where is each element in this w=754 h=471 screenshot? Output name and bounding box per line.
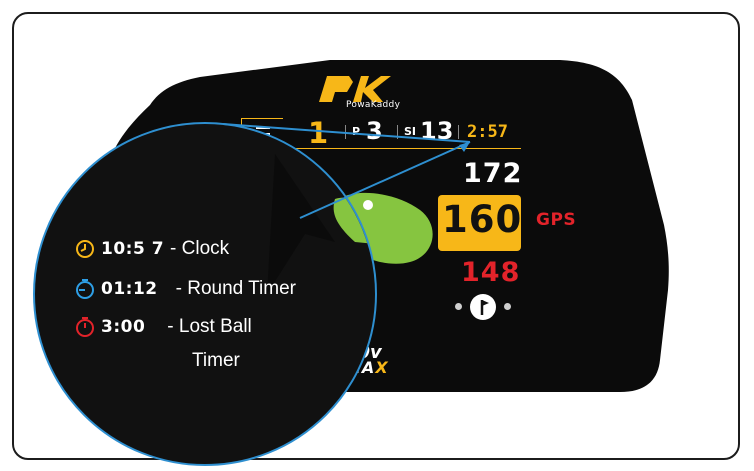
divider bbox=[397, 125, 398, 139]
flag-icon bbox=[480, 300, 489, 315]
page-dot bbox=[455, 303, 462, 310]
header-timer: 2:57 bbox=[467, 122, 508, 142]
lost-ball-timer-label-2: Timer bbox=[192, 350, 240, 371]
magnified-callout: 10:5 7 - Clock 01:12 - Round Timer 3:00 … bbox=[33, 122, 377, 466]
stopwatch-icon bbox=[76, 279, 94, 299]
lost-ball-timer-value: 3:00 bbox=[101, 317, 146, 337]
gps-mode-label: GPS bbox=[536, 210, 577, 230]
flag-button[interactable] bbox=[470, 294, 496, 320]
distance-back: 172 bbox=[463, 158, 523, 189]
stroke-index-label: SI bbox=[404, 125, 417, 138]
page-dot bbox=[504, 303, 511, 310]
stroke-index-value: 13 bbox=[420, 117, 454, 145]
distance-front: 148 bbox=[461, 257, 521, 288]
clock-value: 10:5 7 bbox=[101, 239, 165, 259]
divider bbox=[458, 125, 459, 139]
lost-ball-timer-icon bbox=[76, 317, 94, 337]
clock-icon bbox=[76, 240, 94, 258]
lost-ball-timer-label: - Lost Ball bbox=[167, 316, 252, 337]
legend-lost-ball-timer: 3:00 - Lost Ball bbox=[75, 316, 252, 338]
round-timer-label: - Round Timer bbox=[175, 278, 296, 299]
clock-label: - Clock bbox=[170, 238, 230, 259]
distance-middle: 160 bbox=[442, 198, 523, 241]
legend-clock: 10:5 7 - Clock bbox=[75, 238, 229, 260]
legend-round-timer: 01:12 - Round Timer bbox=[75, 278, 296, 300]
brand-name: PowaKaddy bbox=[346, 100, 401, 110]
round-timer-value: 01:12 bbox=[101, 279, 158, 299]
